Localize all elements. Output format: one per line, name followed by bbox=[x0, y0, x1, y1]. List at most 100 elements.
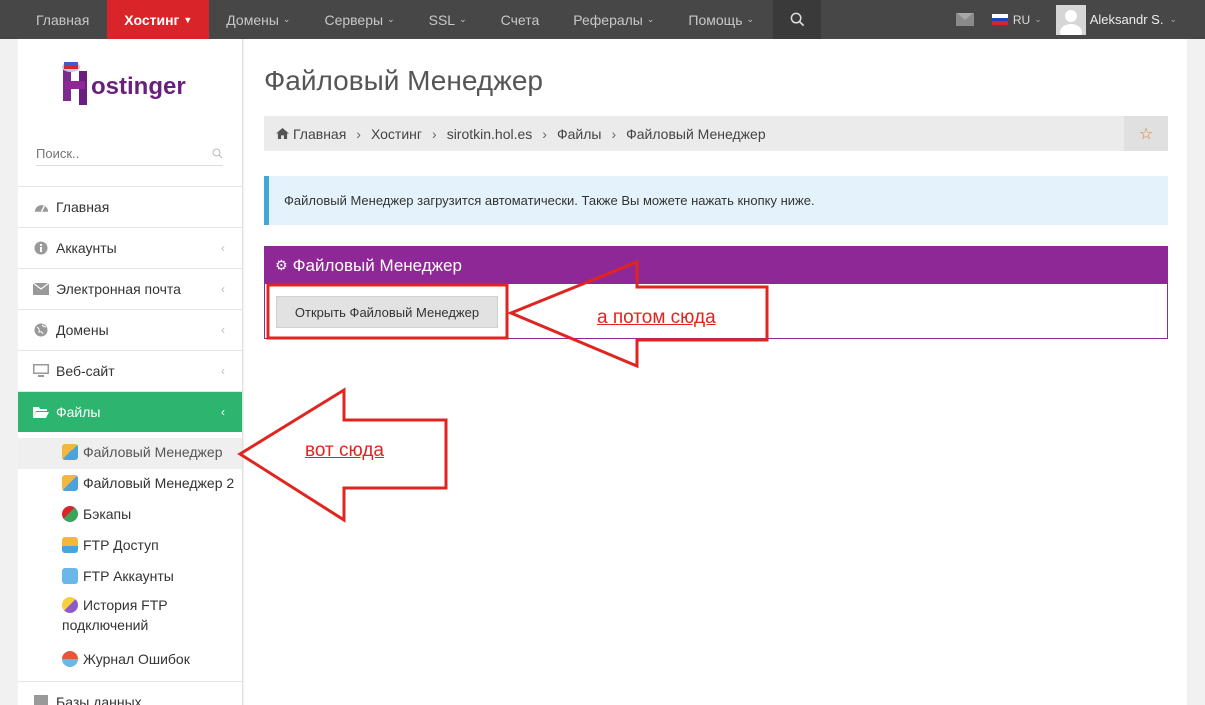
chevron-down-icon: ⌄ bbox=[387, 14, 395, 24]
sidebar-item-home[interactable]: Главная bbox=[18, 186, 242, 227]
error-log-icon bbox=[62, 651, 78, 667]
breadcrumb-domain[interactable]: sirotkin.hol.es bbox=[447, 126, 533, 142]
info-icon bbox=[33, 241, 49, 255]
submenu-label: FTP Аккаунты bbox=[83, 568, 174, 584]
database-icon bbox=[33, 695, 49, 705]
breadcrumb-current: Файловый Менеджер bbox=[626, 125, 766, 142]
chevron-left-icon: ‹ bbox=[221, 282, 225, 296]
star-icon: ☆ bbox=[1138, 125, 1154, 143]
breadcrumb-separator: › bbox=[432, 125, 437, 142]
sidebar-menu: Главная Аккаунты ‹ Электронная почта ‹ Д… bbox=[18, 186, 242, 705]
submenu-file-manager-2[interactable]: Файловый Менеджер 2 bbox=[18, 469, 242, 500]
info-alert: Файловый Менеджер загрузится автоматичес… bbox=[264, 176, 1168, 225]
submenu-ftp-history[interactable]: История FTP подключений bbox=[18, 593, 242, 645]
submenu-ftp-access[interactable]: FTP Доступ bbox=[18, 531, 242, 562]
backup-icon bbox=[62, 506, 78, 522]
mail-icon bbox=[33, 282, 49, 296]
submenu-ftp-accounts[interactable]: FTP Аккаунты bbox=[18, 562, 242, 593]
submenu-label: Журнал Ошибок bbox=[83, 651, 190, 667]
monitor-icon bbox=[33, 364, 49, 378]
nav-ssl[interactable]: SSL ⌄ bbox=[412, 0, 484, 39]
sidebar-item-email[interactable]: Электронная почта ‹ bbox=[18, 268, 242, 309]
sidebar-search bbox=[36, 142, 223, 166]
language-selector[interactable]: RU bbox=[1013, 13, 1030, 27]
sidebar-item-databases[interactable]: Базы данных bbox=[18, 681, 242, 705]
sidebar-item-files[interactable]: Файлы ‹ bbox=[18, 391, 242, 432]
chevron-down-icon: ⌄ bbox=[646, 14, 655, 24]
ftp-history-icon bbox=[62, 597, 78, 613]
sidebar-search-input[interactable] bbox=[36, 146, 212, 161]
nav-hosting-label: Хостинг bbox=[124, 11, 180, 28]
breadcrumb-files[interactable]: Файлы bbox=[557, 126, 601, 142]
envelope-icon[interactable] bbox=[955, 13, 974, 26]
submenu-error-log[interactable]: Журнал Ошибок bbox=[18, 645, 242, 676]
nav-home-label: Главная bbox=[36, 11, 90, 28]
ftp-accounts-icon bbox=[62, 568, 78, 584]
breadcrumb-home[interactable]: Главная bbox=[293, 126, 346, 142]
submenu-label-line1: История FTP bbox=[83, 597, 168, 613]
avatar[interactable] bbox=[1055, 4, 1086, 35]
submenu-label: FTP Доступ bbox=[83, 537, 159, 553]
info-alert-text: Файловый Менеджер загрузится автоматичес… bbox=[284, 193, 815, 208]
nav-domains-label: Домены bbox=[226, 11, 279, 28]
panel-title: Файловый Менеджер bbox=[292, 255, 462, 275]
submenu-backups[interactable]: Бэкапы bbox=[18, 500, 242, 531]
nav-help-label: Помощь bbox=[688, 11, 743, 28]
cogs-icon: ⚙ bbox=[275, 257, 288, 273]
scrollbar[interactable] bbox=[1187, 39, 1205, 705]
nav-referrals[interactable]: Рефералы ⌄ bbox=[556, 0, 671, 39]
annotation-text-first: вот сюда bbox=[305, 440, 384, 461]
submenu-label: Файловый Менеджер 2 bbox=[83, 475, 235, 491]
home-icon bbox=[276, 126, 289, 142]
sidebar-item-label: Электронная почта bbox=[56, 281, 181, 297]
chevron-down-icon: ⌄ bbox=[746, 14, 755, 24]
nav-home[interactable]: Главная bbox=[0, 0, 107, 39]
files-submenu: Файловый Менеджер Файловый Менеджер 2 Бэ… bbox=[18, 432, 242, 678]
open-file-manager-button[interactable]: Открыть Файловый Менеджер bbox=[276, 296, 498, 328]
chevron-down-icon: ⌄ bbox=[459, 14, 467, 24]
annotation-text-second: а потом сюда bbox=[597, 307, 716, 328]
nav-help[interactable]: Помощь ⌄ bbox=[671, 0, 771, 39]
nav-hosting[interactable]: Хостинг ▼ bbox=[107, 0, 210, 45]
russia-flag-icon[interactable] bbox=[991, 14, 1008, 26]
nav-servers[interactable]: Серверы ⌄ bbox=[307, 0, 411, 39]
search-icon bbox=[790, 12, 804, 27]
hostinger-logo[interactable]: ostinger bbox=[51, 59, 216, 111]
breadcrumb-hosting[interactable]: Хостинг bbox=[371, 126, 422, 142]
user-menu[interactable]: Aleksandr S. bbox=[1090, 12, 1164, 27]
nav-search-button[interactable] bbox=[773, 0, 822, 39]
submenu-file-manager[interactable]: Файловый Менеджер bbox=[18, 438, 242, 469]
nav-billing[interactable]: Счета bbox=[484, 0, 557, 39]
folder-open-icon bbox=[33, 405, 49, 419]
nav-referrals-label: Рефералы bbox=[573, 11, 643, 28]
favorite-button[interactable]: ☆ bbox=[1124, 116, 1168, 151]
main-content: Файловый Менеджер Главная › Хостинг › si… bbox=[244, 39, 1187, 705]
chevron-down-icon: ⌄ bbox=[1169, 14, 1177, 24]
svg-text:ostinger: ostinger bbox=[91, 73, 186, 100]
breadcrumb-separator: › bbox=[356, 125, 361, 142]
breadcrumb-separator: › bbox=[542, 125, 547, 142]
chevron-down-icon: ⌄ bbox=[1034, 14, 1042, 24]
chevron-down-icon: ▼ bbox=[183, 14, 193, 25]
sidebar-item-domains[interactable]: Домены ‹ bbox=[18, 309, 242, 350]
sidebar-item-label: Базы данных bbox=[56, 694, 142, 705]
submenu-label: Бэкапы bbox=[83, 506, 132, 522]
submenu-label: История FTP подключений bbox=[62, 595, 168, 635]
breadcrumb-separator: › bbox=[611, 125, 617, 142]
nav-right-group: RU ⌄ Aleksandr S. ⌄ bbox=[955, 0, 1205, 39]
nav-ssl-label: SSL bbox=[428, 11, 456, 28]
file-manager-icon bbox=[62, 444, 78, 460]
search-icon bbox=[212, 148, 223, 159]
file-manager-icon bbox=[62, 475, 78, 491]
sidebar-item-label: Аккаунты bbox=[56, 240, 117, 256]
file-manager-panel: ⚙ Файловый Менеджер Открыть Файловый Мен… bbox=[264, 246, 1168, 339]
page-title: Файловый Менеджер bbox=[264, 65, 543, 96]
dashboard-icon bbox=[33, 200, 49, 214]
chevron-left-icon: ‹ bbox=[221, 323, 225, 337]
ftp-access-icon bbox=[62, 537, 78, 553]
nav-domains[interactable]: Домены ⌄ bbox=[209, 0, 307, 39]
sidebar-item-website[interactable]: Веб-сайт ‹ bbox=[18, 350, 242, 391]
panel-header: ⚙ Файловый Менеджер bbox=[265, 247, 1167, 284]
sidebar-item-label: Главная bbox=[56, 199, 110, 215]
sidebar-item-accounts[interactable]: Аккаунты ‹ bbox=[18, 227, 242, 268]
